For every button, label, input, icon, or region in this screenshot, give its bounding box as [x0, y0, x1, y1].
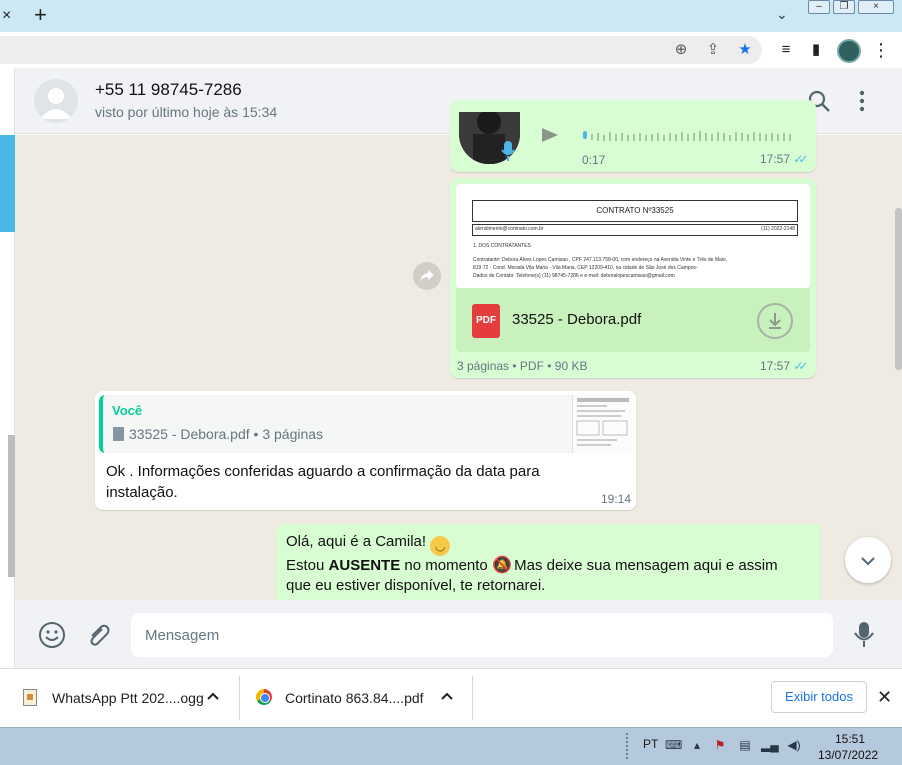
- scroll-to-bottom-button[interactable]: [845, 537, 891, 583]
- emoji-icon[interactable]: [38, 621, 66, 649]
- show-all-downloads-button[interactable]: Exibir todos: [771, 681, 867, 713]
- bookmark-star-icon[interactable]: ★: [735, 40, 755, 60]
- download-separator: [239, 676, 240, 720]
- chevron-up-icon[interactable]: [441, 688, 453, 703]
- selected-chat-indicator: [0, 135, 15, 232]
- chat-list-scrollbar[interactable]: [8, 435, 15, 577]
- action-center-icon[interactable]: ⚑: [712, 737, 728, 753]
- document-icon: [113, 427, 124, 441]
- message-text-line: Olá, aqui é a Camila! ◡: [286, 533, 451, 556]
- preview-phone: (11) 2022-2148: [761, 226, 795, 232]
- contact-name[interactable]: +55 11 98745-7286: [95, 80, 242, 100]
- browser-menu-icon[interactable]: ⋮: [871, 40, 891, 60]
- preview-line: 819 72 - Cond. Morada Vila Maria - Vila …: [473, 265, 698, 271]
- conversation-scrollbar[interactable]: [895, 208, 902, 370]
- tab-close-icon[interactable]: ×: [0, 6, 18, 26]
- message-text: Ok . Informações conferidas aguardo a co…: [106, 463, 540, 501]
- preview-contact-box: atendimento@cortinato.com.br (11) 2022-2…: [472, 224, 798, 236]
- microphone-icon[interactable]: [850, 620, 878, 650]
- download-item-name[interactable]: WhatsApp Ptt 202....ogg: [52, 690, 204, 706]
- forward-button[interactable]: [413, 262, 441, 290]
- pdf-file-name[interactable]: 33525 - Debora.pdf: [512, 311, 641, 328]
- clock-time[interactable]: 15:51: [830, 732, 870, 746]
- chrome-icon: [256, 689, 272, 705]
- media-control-icon[interactable]: ≡: [776, 40, 796, 60]
- quoted-message[interactable]: [99, 395, 632, 453]
- message-text-line: que eu estiver disponível, te retornarei…: [286, 577, 546, 594]
- browser-toolbar: [0, 32, 902, 68]
- new-tab-button[interactable]: +: [34, 3, 56, 27]
- attach-icon[interactable]: [84, 621, 112, 649]
- side-panel-icon[interactable]: ▮: [806, 40, 826, 60]
- browser-tab-strip: [0, 0, 902, 32]
- smiling-face-emoji-icon: ◡: [430, 536, 451, 556]
- message-time: 19:14: [601, 492, 632, 506]
- default-avatar-icon: [40, 88, 72, 119]
- audio-waveform[interactable]: [583, 128, 795, 142]
- clipboard-icon[interactable]: ▤: [737, 737, 753, 753]
- preview-email: atendimento@cortinato.com.br: [475, 226, 544, 232]
- chevron-down-icon: [861, 557, 875, 566]
- audio-duration: 0:17: [582, 153, 606, 167]
- close-downloads-icon[interactable]: ✕: [877, 687, 892, 708]
- microphone-badge-icon: [500, 140, 516, 162]
- tab-search-icon[interactable]: ⌄: [776, 6, 794, 24]
- volume-icon[interactable]: ◀): [786, 737, 802, 753]
- download-separator: [472, 676, 473, 720]
- contact-avatar[interactable]: [34, 79, 78, 123]
- clock-date[interactable]: 13/07/2022: [818, 748, 878, 762]
- read-ticks-icon: ✓✓: [793, 152, 808, 166]
- language-indicator[interactable]: PT: [643, 737, 658, 751]
- pdf-preview[interactable]: CONTRATO Nº33525 atendimento@cortinato.c…: [456, 184, 810, 288]
- message-input[interactable]: [131, 613, 833, 657]
- message-time: 17:57 ✓✓: [760, 152, 809, 166]
- message-time: 17:57 ✓✓: [760, 359, 809, 373]
- pdf-file-icon: PDF: [472, 304, 500, 338]
- download-item-name[interactable]: Cortinato 863.84....pdf: [285, 690, 424, 706]
- chevron-up-icon[interactable]: [207, 688, 219, 703]
- download-icon[interactable]: [757, 303, 793, 339]
- show-hidden-icons-icon[interactable]: ▴: [689, 737, 705, 753]
- window-close-button[interactable]: ×: [858, 0, 894, 14]
- pdf-meta: 3 páginas • PDF • 90 KB: [457, 359, 588, 373]
- preview-line: Dados de Contato: Telefone(s) (11) 98745…: [473, 273, 675, 279]
- quoted-text: 33525 - Debora.pdf • 3 páginas: [129, 426, 324, 442]
- message-text-line: Estou AUSENTE no momento 🔕 Mas deixe sua…: [286, 557, 778, 574]
- network-icon[interactable]: ▂▄: [761, 737, 779, 753]
- zoom-icon[interactable]: ⊕: [671, 40, 691, 60]
- quoted-document-thumbnail: [572, 395, 632, 453]
- play-icon[interactable]: [540, 128, 558, 147]
- forward-arrow-icon: [420, 270, 434, 282]
- address-bar[interactable]: [0, 36, 762, 64]
- window-restore-button[interactable]: ❐: [833, 0, 855, 14]
- preview-section: 1. DOS CONTRATANTES: [473, 243, 531, 249]
- window-minimize-button[interactable]: –: [808, 0, 830, 14]
- contact-last-seen: visto por último hoje às 15:34: [95, 104, 278, 120]
- audio-file-icon: [23, 689, 37, 706]
- read-ticks-icon: ✓✓: [793, 359, 808, 373]
- chat-menu-icon[interactable]: [852, 88, 872, 114]
- share-icon[interactable]: ⇪: [703, 40, 723, 60]
- profile-avatar[interactable]: [837, 39, 861, 63]
- keyboard-icon[interactable]: ⌨: [665, 737, 682, 753]
- tray-grip[interactable]: [626, 733, 632, 759]
- preview-line: Contratante: Debora Alves Lopes Camisao …: [473, 257, 728, 263]
- quoted-author: Você: [112, 403, 143, 418]
- preview-title: CONTRATO Nº33525: [472, 200, 798, 222]
- muted-bell-emoji-icon: 🔕: [491, 557, 512, 574]
